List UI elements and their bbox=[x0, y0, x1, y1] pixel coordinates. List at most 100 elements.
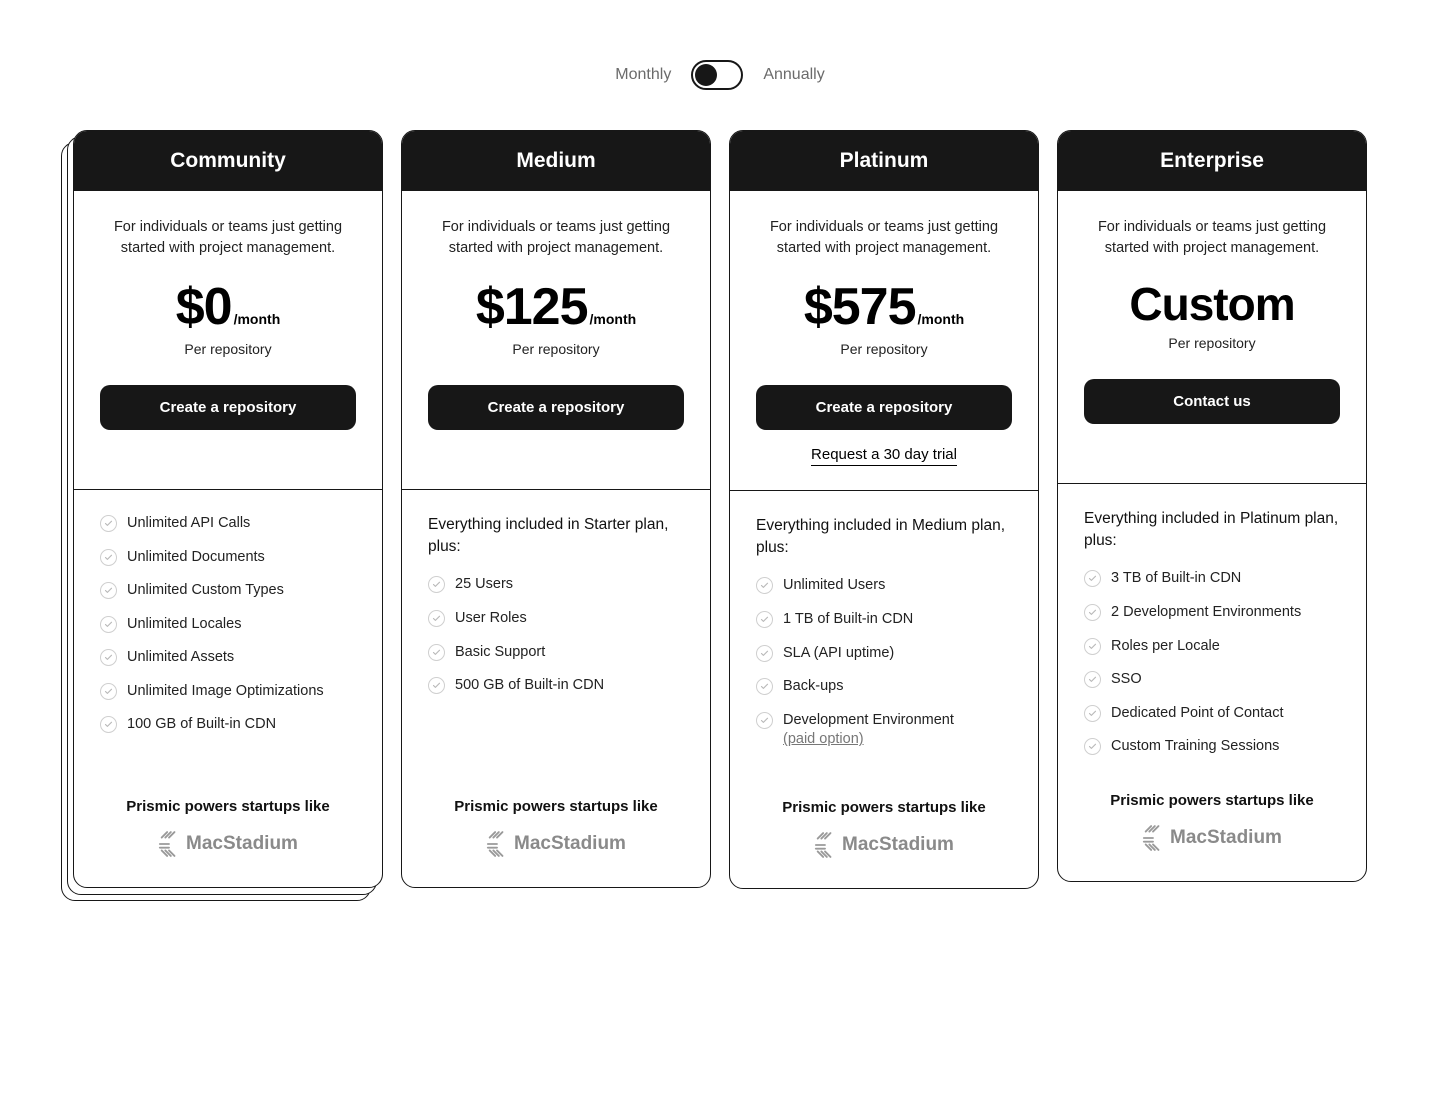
plan-features: Unlimited API Calls Unlimited Documents Un… bbox=[74, 490, 382, 780]
plan-price-row: $0/month bbox=[176, 277, 281, 337]
plan-price: $125 bbox=[476, 277, 588, 337]
toggle-label-annually: Annually bbox=[763, 66, 824, 84]
feature-item: Unlimited Assets bbox=[100, 648, 356, 668]
feature-label: Back-ups bbox=[783, 677, 843, 697]
plan-name: Platinum bbox=[730, 131, 1038, 191]
features-intro: Everything included in Starter plan, plu… bbox=[428, 514, 684, 557]
feature-item: 25 Users bbox=[428, 575, 684, 595]
feature-label: Unlimited Users bbox=[783, 576, 885, 596]
check-icon bbox=[756, 611, 773, 628]
powered-by: Prismic powers startups likeMacStadium bbox=[1058, 774, 1366, 881]
feature-label: 1 TB of Built-in CDN bbox=[783, 610, 913, 630]
feature-label: Unlimited Locales bbox=[127, 615, 241, 635]
logo-row: MacStadium bbox=[730, 830, 1038, 860]
plan-price: $0 bbox=[176, 277, 232, 337]
create-repository-button[interactable]: Create a repository bbox=[756, 385, 1012, 430]
check-icon bbox=[756, 577, 773, 594]
plan-actions: Create a repository bbox=[428, 385, 684, 465]
plan-subtitle: For individuals or teams just getting st… bbox=[1084, 217, 1340, 259]
feature-item: Roles per Locale bbox=[1084, 637, 1340, 657]
plan-subtitle: For individuals or teams just getting st… bbox=[100, 217, 356, 259]
billing-toggle[interactable] bbox=[691, 60, 743, 90]
check-icon bbox=[756, 645, 773, 662]
macstadium-icon bbox=[1142, 823, 1164, 853]
feature-item: SSO bbox=[1084, 670, 1340, 690]
check-icon bbox=[100, 649, 117, 666]
feature-label: Unlimited Image Optimizations bbox=[127, 682, 324, 702]
features-intro: Everything included in Platinum plan, pl… bbox=[1084, 508, 1340, 551]
plan-actions: Create a repository bbox=[100, 385, 356, 465]
plan-features: Everything included in Medium plan, plus… bbox=[730, 491, 1038, 781]
macstadium-logo: MacStadium bbox=[158, 829, 298, 859]
feature-label: 3 TB of Built-in CDN bbox=[1111, 569, 1241, 589]
powered-by: Prismic powers startups like MacStadium bbox=[730, 781, 1038, 888]
plan-features: Everything included in Starter plan, plu… bbox=[402, 490, 710, 780]
feature-item: 100 GB of Built-in CDN bbox=[100, 715, 356, 735]
plan-actions: Create a repository Request a 30 day tria… bbox=[756, 385, 1012, 466]
plan-actions: Contact us bbox=[1084, 379, 1340, 459]
plan-per-repository: Per repository bbox=[512, 341, 599, 357]
feature-label: Basic Support bbox=[455, 643, 545, 663]
macstadium-logo: MacStadium bbox=[1142, 823, 1282, 853]
plan-card-medium: MediumFor individuals or teams just gett… bbox=[401, 130, 711, 888]
feature-label: 25 Users bbox=[455, 575, 513, 595]
feature-label: SLA (API uptime) bbox=[783, 644, 894, 664]
feature-label: 500 GB of Built-in CDN bbox=[455, 676, 604, 696]
feature-item: Unlimited Image Optimizations bbox=[100, 682, 356, 702]
check-icon bbox=[428, 610, 445, 627]
feature-item: Development Environment(paid option) bbox=[756, 711, 1012, 750]
powered-by-label: Prismic powers startups like bbox=[730, 799, 1038, 816]
feature-label: Unlimited Assets bbox=[127, 648, 234, 668]
create-repository-button[interactable]: Create a repository bbox=[428, 385, 684, 430]
plan-price-period: /month bbox=[918, 311, 965, 327]
check-icon bbox=[100, 515, 117, 532]
plan-body: For individuals or teams just getting st… bbox=[1058, 191, 1366, 459]
feature-item: Unlimited Documents bbox=[100, 548, 356, 568]
check-icon bbox=[100, 616, 117, 633]
pricing-card: EnterpriseFor individuals or teams just … bbox=[1057, 130, 1367, 889]
plan-card-platinum: PlatinumFor individuals or teams just ge… bbox=[729, 130, 1039, 889]
feature-label: Roles per Locale bbox=[1111, 637, 1220, 657]
feature-label: Unlimited Custom Types bbox=[127, 581, 284, 601]
macstadium-logo: MacStadium bbox=[814, 830, 954, 860]
feature-label: SSO bbox=[1111, 670, 1142, 690]
powered-by-label: Prismic powers startups like bbox=[402, 798, 710, 815]
plan-price-period: /month bbox=[590, 311, 637, 327]
feature-item: User Roles bbox=[428, 609, 684, 629]
features-intro: Everything included in Medium plan, plus… bbox=[756, 515, 1012, 558]
macstadium-wordmark: MacStadium bbox=[1170, 827, 1282, 849]
check-icon bbox=[756, 712, 773, 729]
contact-us-button[interactable]: Contact us bbox=[1084, 379, 1340, 424]
logo-row: MacStadium bbox=[74, 829, 382, 859]
macstadium-icon bbox=[158, 829, 180, 859]
macstadium-icon bbox=[486, 829, 508, 859]
feature-item: 2 Development Environments bbox=[1084, 603, 1340, 623]
feature-item: Basic Support bbox=[428, 643, 684, 663]
create-repository-button[interactable]: Create a repository bbox=[100, 385, 356, 430]
plan-name: Community bbox=[74, 131, 382, 191]
check-icon bbox=[1084, 705, 1101, 722]
powered-by: Prismic powers startups like MacStadium bbox=[402, 780, 710, 887]
check-icon bbox=[1084, 738, 1101, 755]
feature-item: Back-ups bbox=[756, 677, 1012, 697]
feature-item: Unlimited Locales bbox=[100, 615, 356, 635]
plan-price-period: /month bbox=[234, 311, 281, 327]
pricing-cards: Community For individuals or teams just g… bbox=[0, 130, 1440, 889]
feature-item: Unlimited Custom Types bbox=[100, 581, 356, 601]
feature-item: Dedicated Point of Contact bbox=[1084, 704, 1340, 724]
feature-label: Unlimited Documents bbox=[127, 548, 265, 568]
plan-per-repository: Per repository bbox=[184, 341, 271, 357]
feature-label: Development Environment(paid option) bbox=[783, 711, 954, 750]
feature-label: Unlimited API Calls bbox=[127, 514, 250, 534]
request-trial-link[interactable]: Request a 30 day trial bbox=[811, 446, 957, 466]
check-icon bbox=[100, 549, 117, 566]
check-icon bbox=[428, 576, 445, 593]
logo-row: MacStadium bbox=[402, 829, 710, 859]
pricing-card: MediumFor individuals or teams just gett… bbox=[401, 130, 711, 889]
feature-item: Unlimited Users bbox=[756, 576, 1012, 596]
paid-option-link[interactable]: (paid option) bbox=[783, 731, 864, 747]
check-icon bbox=[428, 677, 445, 694]
toggle-knob bbox=[695, 64, 717, 86]
plan-body: For individuals or teams just getting st… bbox=[730, 191, 1038, 466]
feature-item: Unlimited API Calls bbox=[100, 514, 356, 534]
